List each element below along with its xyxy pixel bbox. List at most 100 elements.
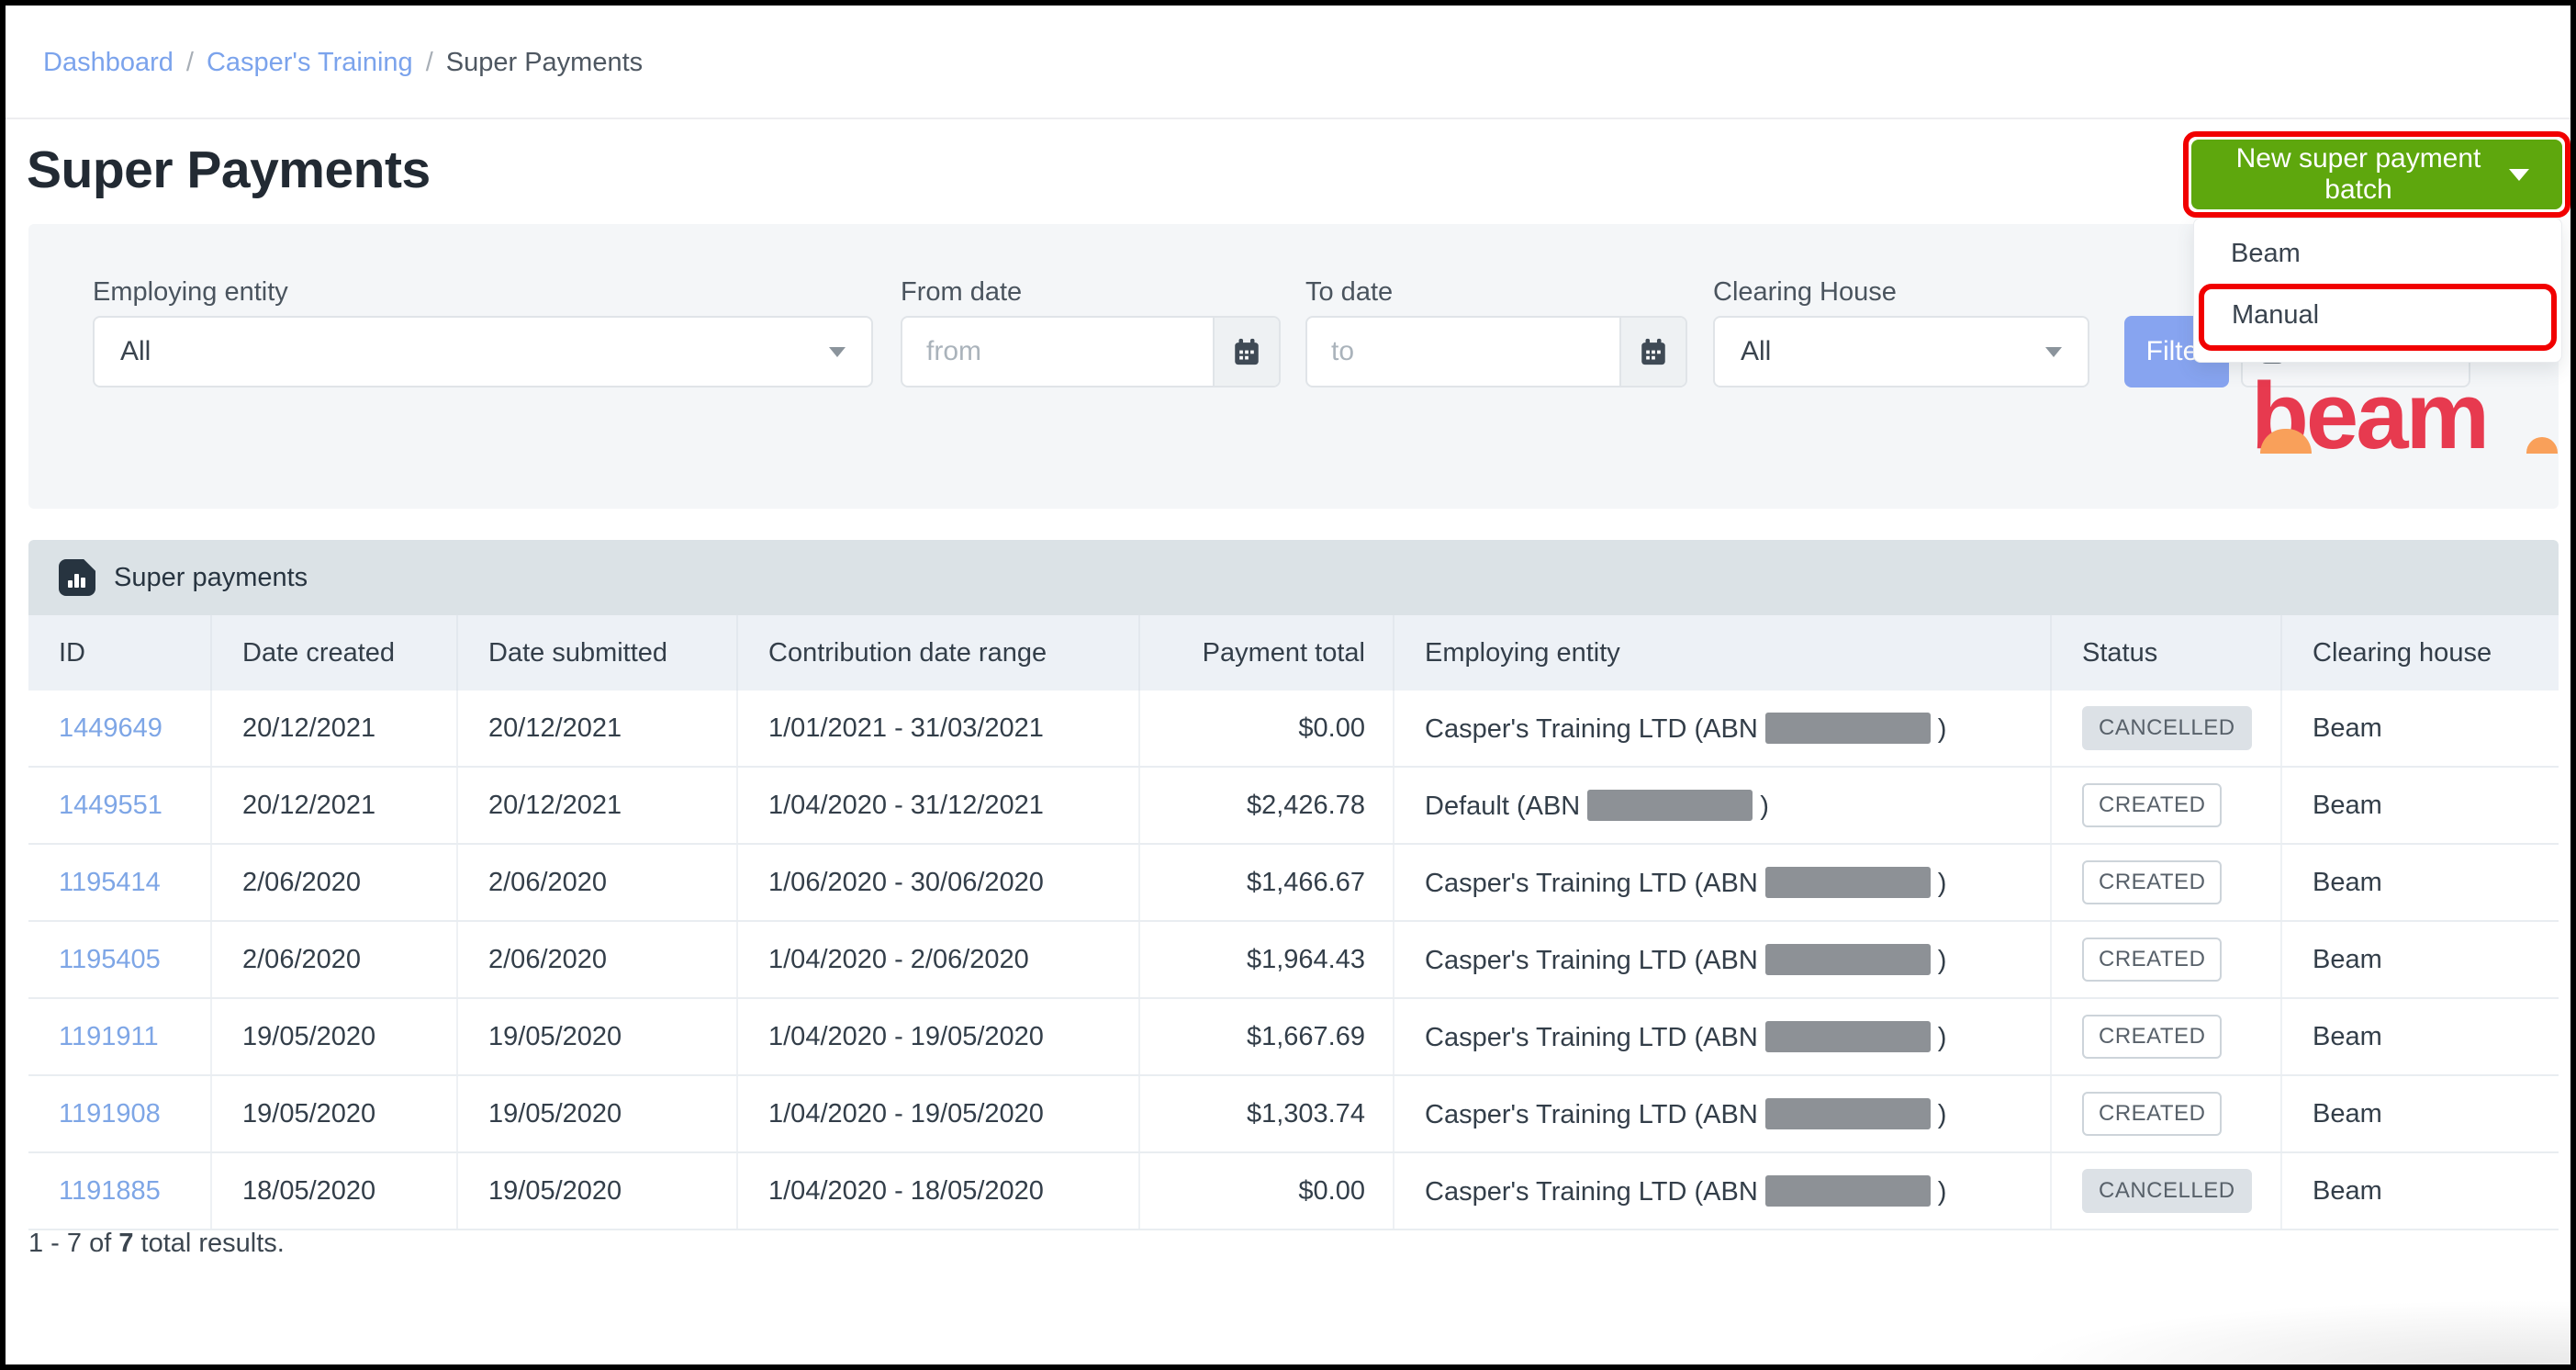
panel-title: Super payments [114, 563, 308, 593]
contribution-range-cell: 1/04/2020 - 19/05/2020 [737, 1075, 1139, 1152]
abn-redaction-block [1765, 1098, 1931, 1129]
table-header-row: ID Date created Date submitted Contribut… [28, 615, 2559, 691]
col-header-total: Payment total [1139, 615, 1394, 691]
calendar-icon [1231, 336, 1262, 367]
corner-smudge [2020, 1300, 2570, 1364]
dropdown-item-manual[interactable]: Manual [2199, 284, 2557, 351]
to-date-calendar-button[interactable] [1619, 318, 1686, 386]
filter-panel: Employing entity From date To date Clear… [28, 224, 2559, 509]
payment-id-link[interactable]: 1191908 [28, 1075, 211, 1152]
payment-total-cell: $1,303.74 [1139, 1075, 1394, 1152]
payment-total-cell: $1,667.69 [1139, 998, 1394, 1075]
employing-entity-select[interactable]: All [93, 316, 873, 387]
report-chart-icon [59, 559, 95, 596]
payment-id-link[interactable]: 1195405 [28, 921, 211, 998]
to-date-label: To date [1305, 277, 1393, 308]
abn-redaction-block [1765, 867, 1931, 898]
from-date-input[interactable] [902, 318, 1213, 386]
table-row: 1449551 20/12/2021 20/12/2021 1/04/2020 … [28, 767, 2559, 844]
abn-redaction-block [1765, 944, 1931, 975]
payment-id-link[interactable]: 1449551 [28, 767, 211, 844]
new-batch-dropdown-menu: Beam Manual [2193, 218, 2562, 363]
payment-id-link[interactable]: 1191885 [28, 1152, 211, 1230]
employing-entity-cell: Casper's Training LTD (ABN) [1394, 998, 2051, 1075]
results-total: 7 [118, 1229, 133, 1258]
breadcrumb-business-link[interactable]: Casper's Training [207, 48, 413, 78]
date-submitted-cell: 2/06/2020 [457, 921, 737, 998]
breadcrumb-dashboard-link[interactable]: Dashboard [43, 48, 174, 78]
date-created-cell: 20/12/2021 [211, 691, 457, 767]
status-cell: CANCELLED [2051, 1152, 2281, 1230]
clearing-house-cell: Beam [2281, 1075, 2559, 1152]
annotation-box-new-batch: New super payment batch [2183, 131, 2570, 218]
clearing-house-cell: Beam [2281, 844, 2559, 921]
from-date-calendar-button[interactable] [1213, 318, 1279, 386]
super-payments-table: ID Date created Date submitted Contribut… [28, 615, 2559, 1230]
contribution-range-cell: 1/06/2020 - 30/06/2020 [737, 844, 1139, 921]
status-badge: CANCELLED [2082, 1169, 2252, 1213]
clearing-house-cell: Beam [2281, 767, 2559, 844]
chevron-down-icon [2045, 347, 2062, 357]
payment-total-cell: $0.00 [1139, 1152, 1394, 1230]
employing-entity-value: All [120, 336, 151, 367]
payment-id-link[interactable]: 1195414 [28, 844, 211, 921]
status-cell: CREATED [2051, 767, 2281, 844]
date-submitted-cell: 20/12/2021 [457, 767, 737, 844]
col-header-date-created: Date created [211, 615, 457, 691]
from-date-group [901, 316, 1281, 387]
status-cell: CREATED [2051, 844, 2281, 921]
clearing-house-label: Clearing House [1713, 277, 1897, 308]
table-row: 1191908 19/05/2020 19/05/2020 1/04/2020 … [28, 1075, 2559, 1152]
new-super-payment-batch-button[interactable]: New super payment batch [2191, 140, 2562, 209]
abn-redaction-block [1765, 1175, 1931, 1207]
payment-total-cell: $0.00 [1139, 691, 1394, 767]
col-header-clearing: Clearing house [2281, 615, 2559, 691]
from-date-label: From date [901, 277, 1022, 308]
contribution-range-cell: 1/04/2020 - 31/12/2021 [737, 767, 1139, 844]
col-header-id: ID [28, 615, 211, 691]
date-created-cell: 19/05/2020 [211, 1075, 457, 1152]
status-badge: CREATED [2082, 1092, 2222, 1136]
status-badge: CREATED [2082, 783, 2222, 827]
col-header-entity: Employing entity [1394, 615, 2051, 691]
clearing-house-select[interactable]: All [1713, 316, 2089, 387]
breadcrumb-separator: / [186, 48, 194, 78]
payment-id-link[interactable]: 1191911 [28, 998, 211, 1075]
clearing-house-cell: Beam [2281, 921, 2559, 998]
new-super-payment-batch-label: New super payment batch [2224, 143, 2492, 206]
status-badge: CREATED [2082, 860, 2222, 904]
to-date-input[interactable] [1307, 318, 1619, 386]
employing-entity-label: Employing entity [93, 277, 288, 308]
super-payments-page: Dashboard / Casper's Training / Super Pa… [0, 0, 2576, 1370]
to-date-group [1305, 316, 1687, 387]
table-row: 1191911 19/05/2020 19/05/2020 1/04/2020 … [28, 998, 2559, 1075]
clearing-house-cell: Beam [2281, 691, 2559, 767]
table-row: 1191885 18/05/2020 19/05/2020 1/04/2020 … [28, 1152, 2559, 1230]
clearing-house-value: All [1741, 336, 1771, 367]
abn-redaction-block [1587, 790, 1753, 821]
contribution-range-cell: 1/04/2020 - 2/06/2020 [737, 921, 1139, 998]
dropdown-item-beam[interactable]: Beam [2194, 230, 2561, 280]
abn-redaction-block [1765, 713, 1931, 744]
page-title: Super Payments [27, 140, 431, 200]
header-divider [6, 118, 2570, 119]
clearing-house-cell: Beam [2281, 1152, 2559, 1230]
table-row: 1195405 2/06/2020 2/06/2020 1/04/2020 - … [28, 921, 2559, 998]
date-created-cell: 19/05/2020 [211, 998, 457, 1075]
contribution-range-cell: 1/04/2020 - 19/05/2020 [737, 998, 1139, 1075]
status-cell: CREATED [2051, 1075, 2281, 1152]
super-payments-panel: Super payments ID Date created Date subm… [28, 540, 2559, 1230]
date-created-cell: 2/06/2020 [211, 921, 457, 998]
breadcrumb-separator: / [426, 48, 433, 78]
status-cell: CREATED [2051, 998, 2281, 1075]
date-created-cell: 2/06/2020 [211, 844, 457, 921]
date-submitted-cell: 19/05/2020 [457, 1152, 737, 1230]
status-badge: CREATED [2082, 1015, 2222, 1059]
status-badge: CREATED [2082, 938, 2222, 982]
payment-total-cell: $1,466.67 [1139, 844, 1394, 921]
chevron-down-icon [2509, 169, 2529, 181]
beam-logo-text: beam [2251, 356, 2526, 476]
table-row: 1449649 20/12/2021 20/12/2021 1/01/2021 … [28, 691, 2559, 767]
results-summary: 1 - 7 of 7 total results. [28, 1229, 285, 1259]
payment-id-link[interactable]: 1449649 [28, 691, 211, 767]
